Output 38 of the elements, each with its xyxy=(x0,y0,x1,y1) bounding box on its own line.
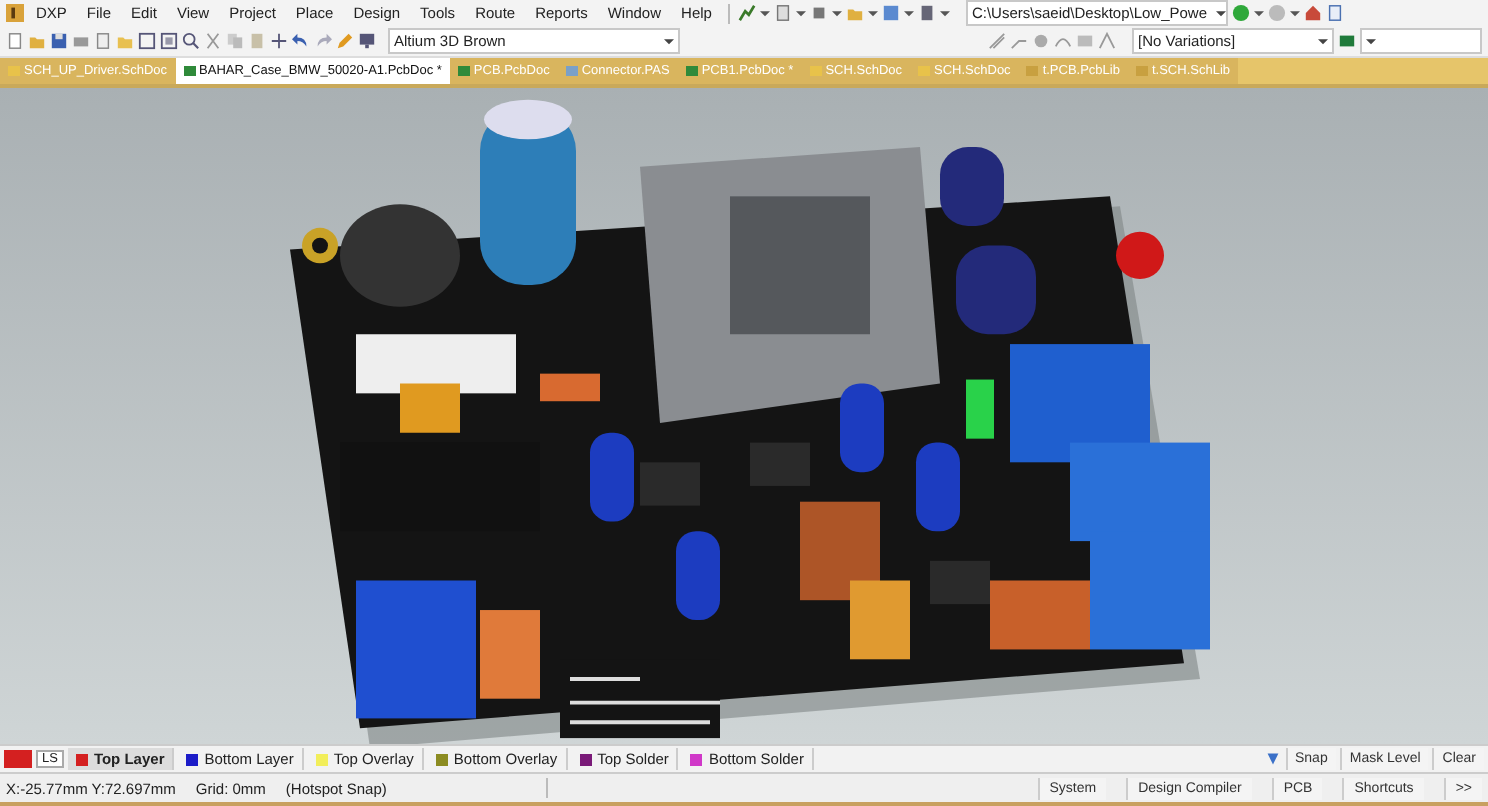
caret-icon[interactable] xyxy=(759,8,770,18)
undo-icon[interactable] xyxy=(292,32,310,50)
board-icon[interactable] xyxy=(1338,32,1356,50)
document-icon[interactable] xyxy=(1325,4,1344,22)
chart-icon[interactable] xyxy=(737,4,756,22)
caret-icon[interactable] xyxy=(795,8,806,18)
text-tool-icon[interactable] xyxy=(1098,32,1116,50)
caret-icon[interactable] xyxy=(867,8,878,18)
zoom-area-icon[interactable] xyxy=(160,32,178,50)
grid-icon[interactable] xyxy=(881,4,900,22)
caret-icon[interactable] xyxy=(903,8,914,18)
caret-icon[interactable] xyxy=(1289,8,1300,18)
monitor-icon[interactable] xyxy=(358,32,376,50)
cross-icon[interactable] xyxy=(270,32,288,50)
back-icon[interactable] xyxy=(1231,4,1250,22)
via-icon[interactable] xyxy=(1032,32,1050,50)
caret-icon xyxy=(664,36,674,46)
caret-icon xyxy=(1318,36,1328,46)
current-layer-swatch[interactable] xyxy=(4,750,32,768)
component-icon[interactable] xyxy=(809,4,828,22)
home-icon[interactable] xyxy=(1303,4,1322,22)
new-document-icon[interactable] xyxy=(6,32,24,50)
preview-icon[interactable] xyxy=(94,32,112,50)
caret-icon[interactable] xyxy=(1253,8,1264,18)
caret-icon xyxy=(1366,36,1376,46)
app-logo-icon xyxy=(6,4,24,22)
caret-icon xyxy=(1215,8,1226,18)
arc-icon[interactable] xyxy=(1054,32,1072,50)
snap-icon[interactable] xyxy=(1263,750,1281,768)
print-icon[interactable] xyxy=(72,32,90,50)
zoom-fit-icon[interactable] xyxy=(138,32,156,50)
interactive-routing-icon[interactable] xyxy=(988,32,1006,50)
caret-icon[interactable] xyxy=(831,8,842,18)
save-icon[interactable] xyxy=(50,32,68,50)
document-icon[interactable] xyxy=(773,4,792,22)
caret-icon[interactable] xyxy=(939,8,950,18)
search-icon[interactable] xyxy=(182,32,200,50)
list-icon[interactable] xyxy=(917,4,936,22)
